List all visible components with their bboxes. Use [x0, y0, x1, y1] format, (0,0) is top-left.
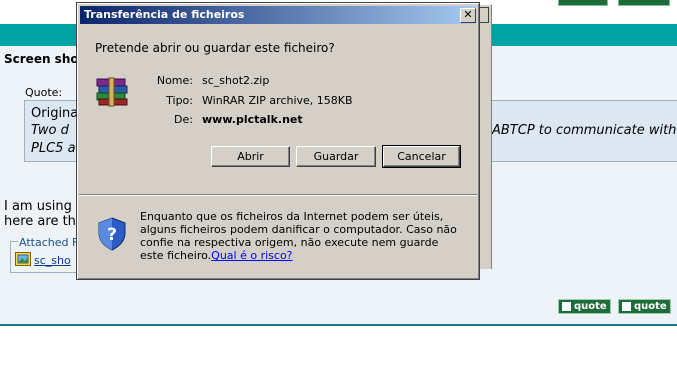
quote-button[interactable]: quote — [558, 299, 611, 314]
open-button[interactable]: Abrir — [211, 146, 290, 167]
multi-quote-icon — [621, 301, 632, 312]
post-body-line-1: I am using — [4, 199, 72, 214]
quote-line-3: PLC5 a — [31, 141, 76, 156]
top-quote-button-2[interactable] — [618, 0, 670, 6]
dialog-question: Pretende abrir ou guardar este ficheiro? — [95, 41, 335, 55]
type-label: Tipo: — [166, 94, 193, 107]
file-download-dialog: Transferência de ficheiros ✕ Pretende ab… — [76, 2, 480, 280]
post-body-line-2: here are th — [4, 214, 76, 229]
background-dialog-close-button[interactable] — [479, 7, 489, 23]
svg-text:?: ? — [107, 225, 117, 245]
type-value: WinRAR ZIP archive, 158KB — [202, 94, 353, 107]
background-dialog-edge — [479, 4, 492, 269]
name-value: sc_shot2.zip — [202, 74, 270, 87]
cancel-button[interactable]: Cancelar — [382, 145, 461, 168]
quote-label: Quote: — [25, 86, 63, 99]
security-warning-text: Enquanto que os ficheiros da Internet po… — [140, 210, 457, 262]
quote-icon — [561, 301, 572, 312]
quote-line-1: Origina — [31, 106, 79, 121]
security-shield-icon: ? — [98, 217, 126, 251]
multi-quote-button[interactable]: quote — [618, 299, 671, 314]
name-label: Nome: — [156, 74, 193, 87]
dialog-separator — [79, 194, 477, 196]
risk-link[interactable]: Qual é o risco? — [211, 249, 292, 262]
post-title: Screen sho — [4, 52, 79, 66]
close-button[interactable]: ✕ — [460, 8, 476, 23]
attachment-link[interactable]: sc_sho — [34, 254, 71, 267]
dialog-titlebar[interactable]: Transferência de ficheiros ✕ — [80, 6, 476, 24]
dialog-title: Transferência de ficheiros — [84, 8, 245, 21]
multi-quote-button-label: quote — [634, 301, 667, 312]
winrar-archive-icon — [96, 77, 128, 107]
attachments-legend: Attached Fi — [18, 236, 82, 249]
top-quote-button-1[interactable] — [558, 0, 608, 6]
quote-line-2-continuation: ABTCP to communicate with — [492, 123, 677, 138]
save-button[interactable]: Guardar — [296, 146, 376, 167]
security-warning: Enquanto que os ficheiros da Internet po… — [140, 210, 460, 262]
close-icon: ✕ — [463, 8, 473, 21]
from-value: www.plctalk.net — [202, 113, 303, 126]
quote-line-2: Two d — [31, 123, 69, 138]
from-label: De: — [174, 113, 193, 126]
quote-button-label: quote — [574, 301, 607, 312]
post-divider — [0, 324, 677, 326]
attachment-image-icon — [15, 252, 31, 266]
